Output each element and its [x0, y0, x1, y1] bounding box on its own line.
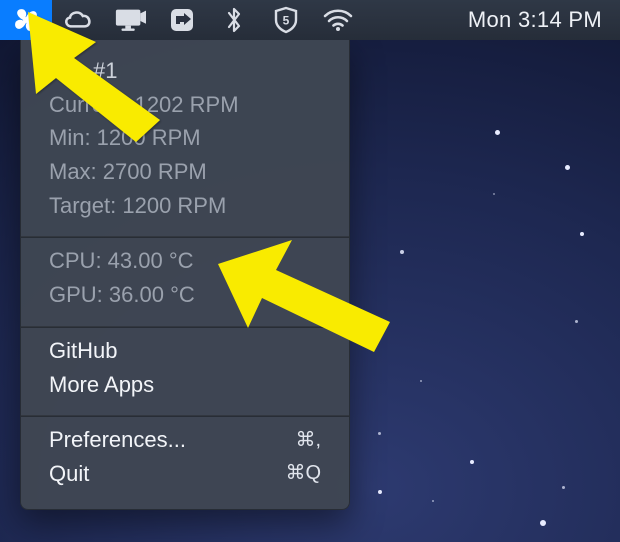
forward-badge-icon [168, 6, 196, 34]
separator [21, 236, 349, 238]
menu-item-more-apps[interactable]: More Apps [21, 368, 349, 402]
fan-title: Fan #1 [21, 54, 349, 88]
temp-gpu: GPU: 36.00 °C [21, 278, 349, 312]
temp-cpu: CPU: 43.00 °C [21, 244, 349, 278]
menubar-item-forward[interactable] [156, 0, 208, 40]
separator [21, 415, 349, 417]
menubar-item-creative-cloud[interactable] [52, 0, 104, 40]
display-icon [114, 7, 146, 33]
menubar-item-shield[interactable]: 5 [260, 0, 312, 40]
shield-5-icon: 5 [273, 6, 299, 34]
menu-item-preferences[interactable]: Preferences... ⌘, [21, 423, 349, 457]
separator [21, 326, 349, 328]
menubar-item-display[interactable] [104, 0, 156, 40]
shortcut: ⌘, [295, 427, 321, 454]
fan-current: Current: 1202 RPM [21, 88, 349, 122]
fan-icon [11, 5, 41, 35]
menu-item-quit[interactable]: Quit ⌘Q [21, 457, 349, 491]
menubar: 5 Mon 3:14 PM [0, 0, 620, 40]
menubar-item-bluetooth[interactable] [208, 0, 260, 40]
wifi-icon [322, 8, 354, 32]
shortcut: ⌘Q [285, 460, 321, 487]
menubar-item-fanapp[interactable] [0, 0, 52, 40]
bluetooth-icon [225, 6, 243, 34]
menubar-item-wifi[interactable] [312, 0, 364, 40]
fanapp-dropdown: Fan #1 Current: 1202 RPM Min: 1200 RPM M… [20, 40, 350, 510]
desktop-wallpaper: 5 Mon 3:14 PM Fan #1 Curre [0, 0, 620, 542]
svg-text:5: 5 [283, 14, 290, 28]
fan-target: Target: 1200 RPM [21, 189, 349, 223]
menu-item-github[interactable]: GitHub [21, 334, 349, 368]
fan-min: Min: 1200 RPM [21, 121, 349, 155]
fan-max: Max: 2700 RPM [21, 155, 349, 189]
menubar-clock[interactable]: Mon 3:14 PM [458, 7, 616, 33]
creative-cloud-icon [62, 5, 94, 35]
